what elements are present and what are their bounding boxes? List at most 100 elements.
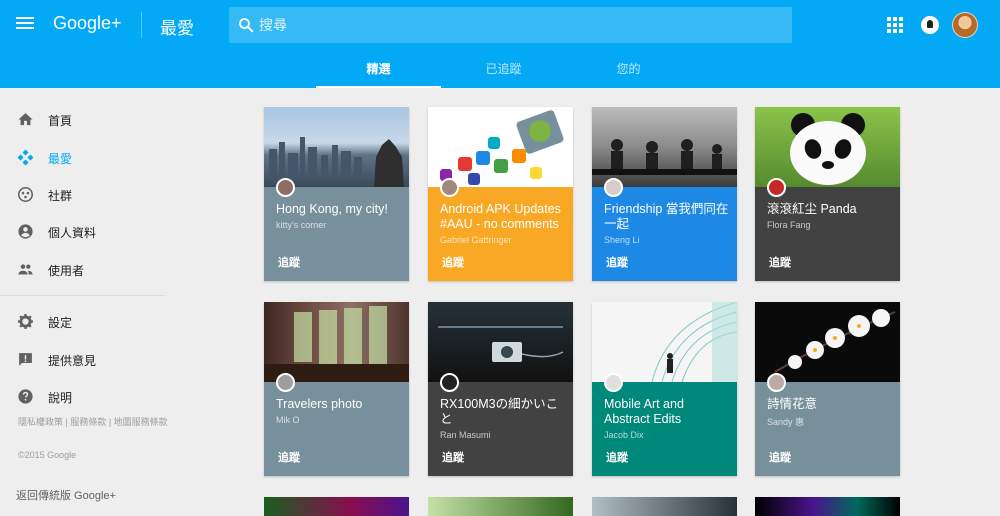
card-title: Mobile Art and Abstract Edits [604, 397, 684, 426]
back-to-classic-link[interactable]: 返回傳統版 Google+ [16, 487, 116, 503]
page-title: 最愛 [160, 19, 194, 38]
sidebar-item-feedback[interactable]: 提供意見 [0, 341, 165, 377]
home-icon [18, 113, 33, 126]
google-plus-logo[interactable]: Google+ [53, 13, 122, 34]
owner-avatar[interactable] [440, 178, 459, 197]
card-owner[interactable]: Jacob Dix [604, 430, 644, 440]
search-input[interactable] [259, 7, 779, 43]
help-icon [18, 389, 33, 404]
collection-card[interactable]: Travelers photo Mik O 追蹤 [264, 302, 409, 476]
collection-card[interactable]: RX100M3の細かいこと Ran Masumi 追蹤 [428, 302, 573, 476]
hamburger-menu-icon[interactable] [14, 14, 36, 36]
card-owner[interactable]: Sheng Li [604, 235, 640, 245]
card-image [592, 107, 737, 187]
rowing-photo-image [592, 139, 737, 175]
sidebar-item-home[interactable]: 首頁 [0, 101, 165, 137]
owner-avatar[interactable] [276, 178, 295, 197]
card-title: Friendship 當我們同在一起 [604, 202, 729, 231]
gear-icon [18, 314, 33, 329]
people-icon [18, 264, 33, 275]
follow-button[interactable]: 追蹤 [442, 254, 464, 270]
owner-avatar[interactable] [604, 178, 623, 197]
collection-card[interactable]: Mobile Art and Abstract Edits Jacob Dix … [592, 302, 737, 476]
card-title: RX100M3の細かいこと [440, 397, 559, 426]
feedback-icon [19, 353, 32, 366]
card-image [264, 107, 409, 187]
collection-card[interactable]: Android APK Updates #AAU - no comments G… [428, 107, 573, 281]
sidebar-item-collections[interactable]: 最愛 [0, 139, 165, 175]
card-owner[interactable]: Ran Masumi [440, 430, 491, 440]
sidebar-item-label: 個人資料 [48, 226, 97, 240]
header-divider [141, 12, 142, 38]
city-skyline-image [269, 137, 404, 187]
card-title: Hong Kong, my city! [276, 202, 388, 216]
search-icon [239, 18, 254, 33]
top-app-bar: Google+ 最愛 [0, 0, 1000, 50]
card-owner[interactable]: kitty's corner [276, 220, 326, 230]
card-owner[interactable]: Sandy 惠 [767, 415, 804, 428]
owner-avatar[interactable] [276, 373, 295, 392]
sidebar-item-profile[interactable]: 個人資料 [0, 213, 165, 249]
collection-card-partial[interactable] [755, 497, 900, 516]
card-title: 滾滾紅尘 Panda [767, 202, 857, 216]
card-title: Android APK Updates #AAU - no comments [440, 202, 561, 231]
collection-card[interactable]: 滾滾紅尘 Panda Flora Fang 追蹤 [755, 107, 900, 281]
account-avatar[interactable] [952, 12, 978, 38]
sidebar-divider [0, 295, 165, 296]
sidebar-item-label: 使用者 [48, 264, 85, 278]
follow-button[interactable]: 追蹤 [442, 449, 464, 465]
owner-avatar[interactable] [604, 373, 623, 392]
tab-following[interactable]: 已追蹤 [441, 50, 566, 88]
notifications-icon[interactable] [921, 16, 939, 34]
follow-button[interactable]: 追蹤 [606, 449, 628, 465]
follow-button[interactable]: 追蹤 [278, 254, 300, 270]
card-owner[interactable]: Flora Fang [767, 220, 811, 230]
card-owner[interactable]: Gabriel Gattringer [440, 235, 512, 245]
camera-photo-image [438, 326, 564, 362]
sidebar-item-label: 首頁 [48, 114, 73, 128]
follow-button[interactable]: 追蹤 [606, 254, 628, 270]
card-image [592, 302, 737, 383]
card-image [755, 107, 900, 187]
communities-icon [17, 186, 34, 203]
orchid-flowers-image [774, 309, 896, 373]
sidebar-item-help[interactable]: 說明 [0, 378, 165, 414]
sidebar-item-label: 設定 [48, 316, 73, 330]
sidebar-item-label: 社群 [48, 189, 73, 203]
card-owner[interactable]: Mik O [276, 415, 300, 425]
collection-card-partial[interactable] [428, 497, 573, 516]
follow-button[interactable]: 追蹤 [769, 449, 791, 465]
collection-card[interactable]: Hong Kong, my city! kitty's corner 追蹤 [264, 107, 409, 281]
collections-icon [17, 149, 34, 166]
collection-card[interactable]: 詩情花意 Sandy 惠 追蹤 [755, 302, 900, 476]
footer-links[interactable]: 隱私權政策 | 服務條款 | 地圖服務條款 [18, 416, 170, 429]
card-image [264, 302, 409, 382]
profile-icon [18, 224, 33, 239]
follow-button[interactable]: 追蹤 [278, 449, 300, 465]
card-title: 詩情花意 [767, 397, 818, 411]
card-image [755, 302, 900, 382]
collection-card-partial[interactable] [592, 497, 737, 516]
app-icons-image [440, 110, 564, 185]
window-corridor-image [264, 306, 409, 382]
copyright: ©2015 Google [18, 450, 77, 460]
sidebar-item-label: 最愛 [48, 152, 73, 166]
collection-card[interactable]: Friendship 當我們同在一起 Sheng Li 追蹤 [592, 107, 737, 281]
collection-card-partial[interactable] [264, 497, 409, 516]
tab-featured[interactable]: 精選 [316, 50, 441, 88]
owner-avatar[interactable] [767, 373, 786, 392]
panda-image [790, 113, 866, 185]
tab-bar: 精選 已追蹤 您的 [0, 50, 1000, 88]
sidebar-item-settings[interactable]: 設定 [0, 303, 165, 339]
owner-avatar[interactable] [767, 178, 786, 197]
sidebar-item-people[interactable]: 使用者 [0, 251, 165, 287]
sidebar-item-label: 提供意見 [48, 354, 97, 368]
sidebar-item-communities[interactable]: 社群 [0, 176, 165, 212]
sidebar-item-label: 說明 [48, 391, 73, 405]
owner-avatar[interactable] [440, 373, 459, 392]
tab-yours[interactable]: 您的 [566, 50, 691, 88]
apps-grid-icon[interactable] [887, 17, 903, 33]
card-image [428, 302, 573, 382]
follow-button[interactable]: 追蹤 [769, 254, 791, 270]
search-box[interactable] [229, 7, 792, 43]
